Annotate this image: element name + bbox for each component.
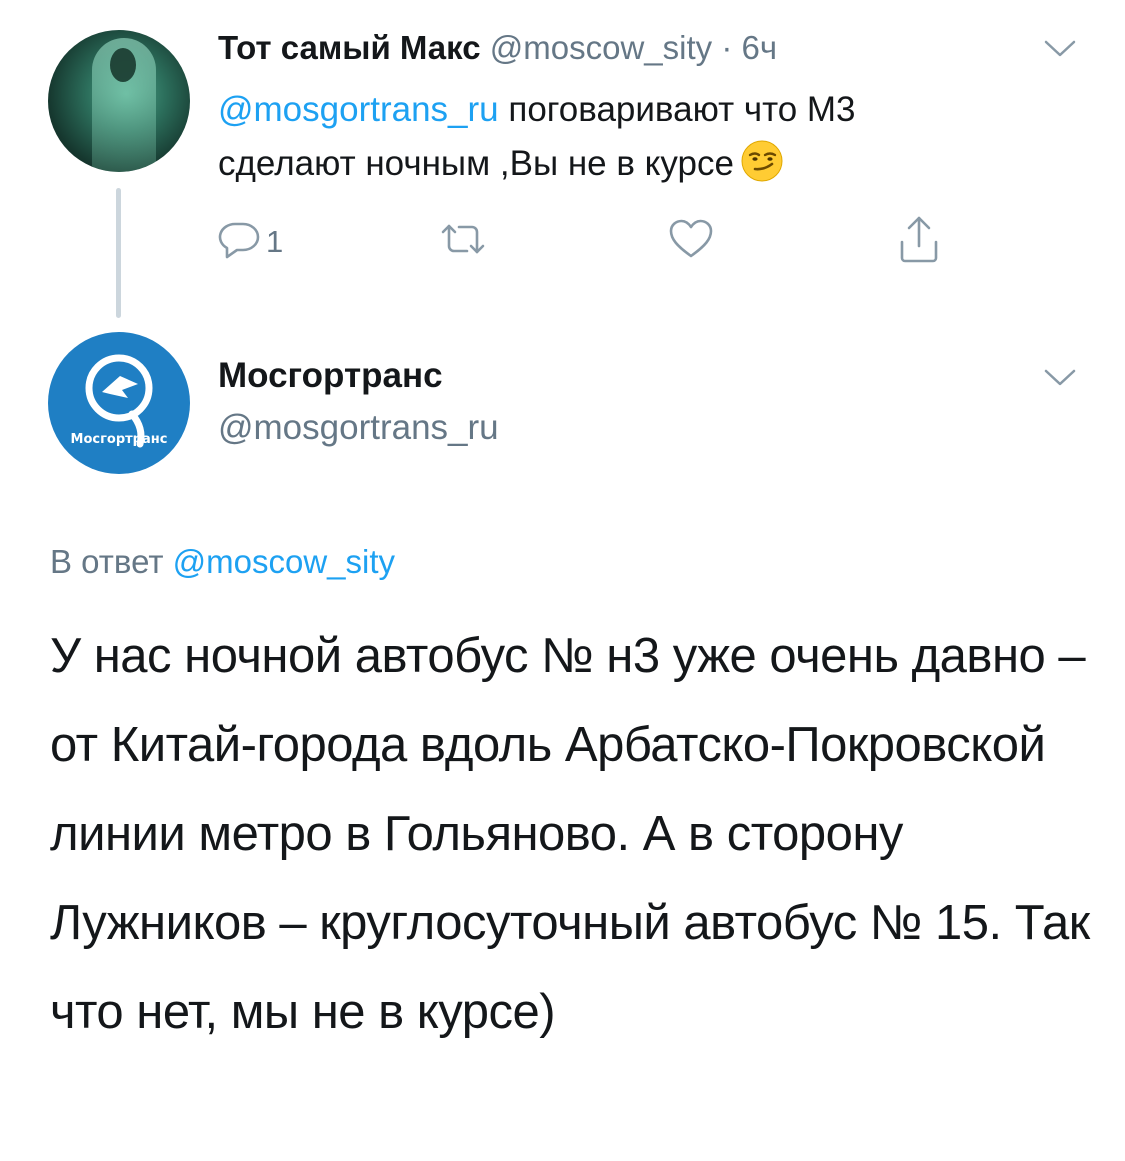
tweet1-menu-chevron-down-icon[interactable] (1040, 36, 1080, 67)
tweet1-header: Тот самый Макс @moscow_sity · 6ч (218, 28, 777, 68)
tweet2-author-name[interactable]: Мосгортранс (218, 355, 443, 397)
tweet1-mention-link[interactable]: @mosgortrans_ru (218, 90, 499, 129)
tweet2-text: У нас ночной автобус № н3 уже очень давн… (50, 629, 1090, 1039)
reply-icon (216, 216, 262, 267)
mosgortrans-logo-icon (85, 354, 153, 448)
tweet1-separator: · (721, 29, 733, 66)
tweet1-text: @mosgortrans_ru поговаривают что М3 сдел… (218, 83, 998, 191)
share-button[interactable] (894, 212, 944, 271)
retweet-icon (437, 216, 489, 267)
avatar-mosgortrans[interactable]: Мосгортранс (48, 332, 190, 474)
reply-button[interactable]: 1 (216, 216, 283, 267)
share-icon (894, 212, 944, 271)
replying-to: В ответ @moscow_sity (50, 540, 395, 584)
tweet1-author-handle[interactable]: @moscow_sity (490, 29, 712, 66)
tweet2-menu-chevron-down-icon[interactable] (1040, 365, 1080, 396)
heart-icon (667, 216, 715, 267)
tweet1-author-name[interactable]: Тот самый Макс (218, 29, 481, 66)
tweet1-time[interactable]: 6ч (742, 29, 778, 66)
retweet-button[interactable] (437, 216, 489, 267)
thread-connector-line (116, 188, 121, 318)
reply-count: 1 (266, 223, 284, 259)
avatar-figure-head (110, 48, 136, 82)
like-button[interactable] (667, 216, 715, 267)
smirking-face-icon (740, 139, 784, 183)
avatar-brand-label: Мосгортранс (70, 432, 168, 447)
tweet2-author-handle[interactable]: @mosgortrans_ru (218, 407, 499, 449)
replying-prefix: В ответ (50, 543, 164, 580)
replying-to-link[interactable]: @moscow_sity (173, 543, 395, 580)
avatar-tweet1[interactable] (48, 30, 190, 172)
